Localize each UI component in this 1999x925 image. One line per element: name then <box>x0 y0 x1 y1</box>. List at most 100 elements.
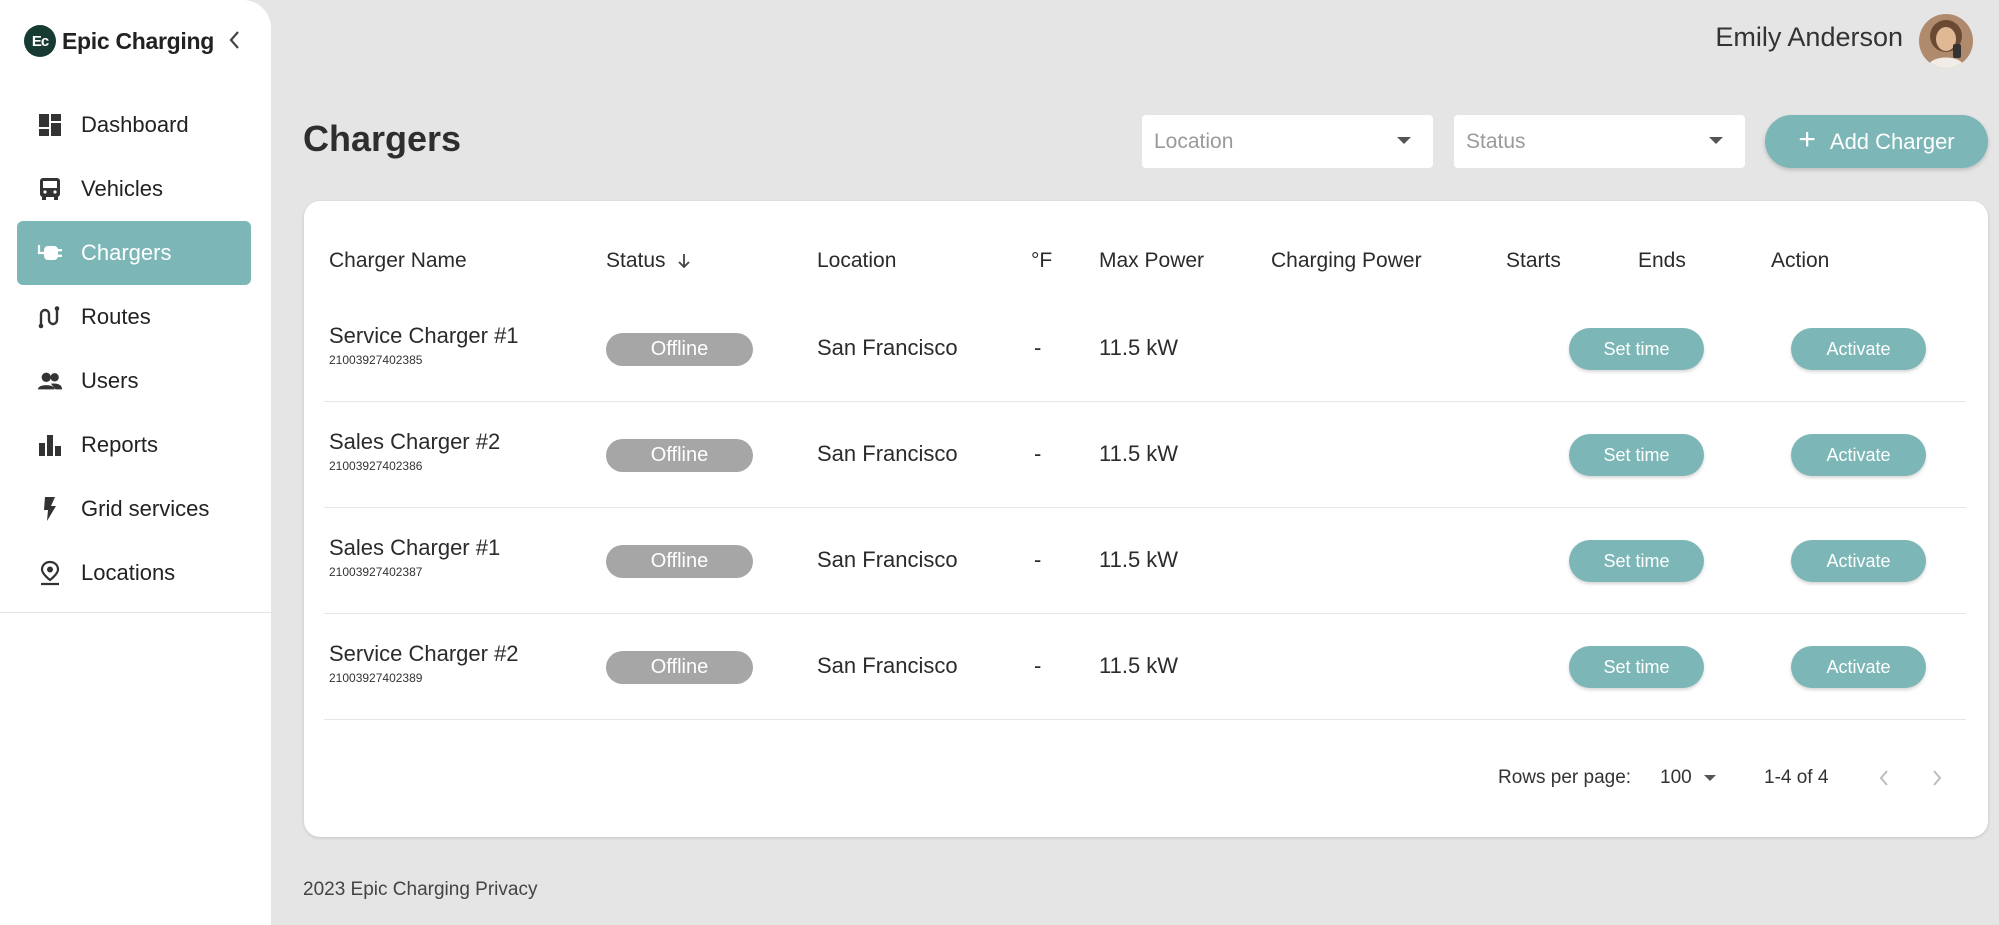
charger-max-power: 11.5 kW <box>1099 441 1179 466</box>
brand-logo: Ec <box>24 25 56 57</box>
brand-name: Epic Charging <box>62 27 215 54</box>
sidebar-nav: Dashboard Vehicles Chargers Routes Users <box>17 93 251 605</box>
ev-plug-icon <box>37 240 63 266</box>
charger-temp: - <box>1034 547 1042 572</box>
sidebar-item-label: Locations <box>81 560 176 585</box>
chevron-left-icon <box>229 31 239 49</box>
brand[interactable]: Ec Epic Charging <box>24 24 214 58</box>
charger-id: 21003927402385 <box>329 353 423 367</box>
sidebar-item-locations[interactable]: Locations <box>17 541 251 605</box>
charger-name: Sales Charger #1 <box>329 535 501 560</box>
rows-per-page-label: Rows per page: <box>1498 767 1632 788</box>
set-time-button[interactable]: Set time <box>1569 434 1704 476</box>
activate-button[interactable]: Activate <box>1791 540 1926 582</box>
charger-location: San Francisco <box>817 653 958 678</box>
users-icon <box>37 368 63 394</box>
status-select[interactable]: Status <box>1454 115 1745 168</box>
sidebar-item-reports[interactable]: Reports <box>17 413 251 477</box>
next-page-button[interactable] <box>1931 765 1943 791</box>
add-charger-button[interactable]: + Add Charger <box>1765 115 1988 168</box>
sidebar-item-label: Dashboard <box>81 112 189 137</box>
sidebar-item-label: Reports <box>81 432 159 457</box>
route-icon <box>37 304 63 330</box>
table-row[interactable]: Service Charger #2 21003927402389 Offlin… <box>324 614 1966 720</box>
charger-name: Service Charger #1 <box>329 323 519 348</box>
rows-per-page-select[interactable]: 100 <box>1660 765 1716 791</box>
sidebar-item-label: Users <box>81 368 139 393</box>
table-row[interactable]: Sales Charger #2 21003927402386 Offline … <box>324 402 1966 508</box>
status-badge: Offline <box>606 333 753 366</box>
pagination-range: 1-4 of 4 <box>1764 767 1829 788</box>
location-select-placeholder: Location <box>1154 129 1234 153</box>
caret-down-icon <box>1703 775 1716 781</box>
plus-icon: + <box>1798 123 1816 156</box>
chargers-table-card: Charger Name Status Location °F Max Powe… <box>304 201 1988 837</box>
bar-chart-icon <box>37 432 63 458</box>
charger-temp: - <box>1034 441 1042 466</box>
charger-max-power: 11.5 kW <box>1099 335 1179 360</box>
bus-icon <box>37 176 63 202</box>
sidebar-item-label: Grid services <box>81 496 210 521</box>
sidebar-item-label: Chargers <box>81 240 172 265</box>
previous-page-button[interactable] <box>1878 765 1890 791</box>
column-header-ends[interactable]: Ends <box>1638 248 1686 274</box>
sidebar: Ec Epic Charging Dashboard Vehicles Char… <box>0 0 271 925</box>
table-row[interactable]: Service Charger #1 21003927402385 Offlin… <box>324 296 1966 402</box>
sidebar-item-label: Routes <box>81 304 151 329</box>
charger-id: 21003927402389 <box>329 671 423 685</box>
charger-max-power: 11.5 kW <box>1099 547 1179 572</box>
charger-max-power: 11.5 kW <box>1099 653 1179 678</box>
charger-name: Sales Charger #2 <box>329 429 501 454</box>
activate-button[interactable]: Activate <box>1791 328 1926 370</box>
charger-temp: - <box>1034 335 1042 360</box>
table-row[interactable]: Sales Charger #1 21003927402387 Offline … <box>324 508 1966 614</box>
avatar[interactable] <box>1919 14 1973 68</box>
sidebar-item-vehicles[interactable]: Vehicles <box>17 157 251 221</box>
column-header-starts[interactable]: Starts <box>1506 248 1561 274</box>
set-time-button[interactable]: Set time <box>1569 646 1704 688</box>
caret-down-icon <box>1397 137 1411 144</box>
charger-location: San Francisco <box>817 441 958 466</box>
sidebar-item-label: Vehicles <box>81 176 163 201</box>
status-badge: Offline <box>606 651 753 684</box>
arrow-down-icon <box>677 254 690 269</box>
charger-temp: - <box>1034 653 1042 678</box>
set-time-button[interactable]: Set time <box>1569 540 1704 582</box>
column-header-max-power[interactable]: Max Power <box>1099 248 1204 274</box>
chevron-right-icon <box>1933 770 1942 786</box>
charger-name: Service Charger #2 <box>329 641 519 666</box>
status-select-placeholder: Status <box>1466 129 1526 153</box>
column-header-action[interactable]: Action <box>1771 248 1829 274</box>
user-name[interactable]: Emily Anderson <box>1715 22 1903 53</box>
footer[interactable]: 2023 Epic Charging Privacy <box>303 879 537 901</box>
set-time-button[interactable]: Set time <box>1569 328 1704 370</box>
location-pin-icon <box>37 560 63 586</box>
charger-id: 21003927402387 <box>329 565 423 579</box>
sidebar-item-users[interactable]: Users <box>17 349 251 413</box>
activate-button[interactable]: Activate <box>1791 434 1926 476</box>
collapse-sidebar-button[interactable] <box>224 28 244 52</box>
sidebar-item-routes[interactable]: Routes <box>17 285 251 349</box>
status-badge: Offline <box>606 439 753 472</box>
charger-location: San Francisco <box>817 335 958 360</box>
column-header-name[interactable]: Charger Name <box>329 248 467 274</box>
sidebar-item-dashboard[interactable]: Dashboard <box>17 93 251 157</box>
charger-id: 21003927402386 <box>329 459 423 473</box>
chevron-left-icon <box>1879 770 1888 786</box>
column-header-charging-power[interactable]: Charging Power <box>1271 248 1422 274</box>
sidebar-item-grid-services[interactable]: Grid services <box>17 477 251 541</box>
rows-per-page-value: 100 <box>1660 767 1692 788</box>
sidebar-divider <box>0 612 271 613</box>
add-charger-label: Add Charger <box>1829 128 1955 154</box>
column-header-location[interactable]: Location <box>817 248 896 274</box>
column-header-status[interactable]: Status <box>606 248 692 274</box>
location-select[interactable]: Location <box>1142 115 1433 168</box>
activate-button[interactable]: Activate <box>1791 646 1926 688</box>
status-badge: Offline <box>606 545 753 578</box>
page-title: Chargers <box>303 118 462 159</box>
column-header-temp[interactable]: °F <box>1031 248 1052 274</box>
column-header-status-label: Status <box>606 249 666 272</box>
bolt-icon <box>37 496 63 522</box>
charger-location: San Francisco <box>817 547 958 572</box>
sidebar-item-chargers[interactable]: Chargers <box>17 221 251 285</box>
